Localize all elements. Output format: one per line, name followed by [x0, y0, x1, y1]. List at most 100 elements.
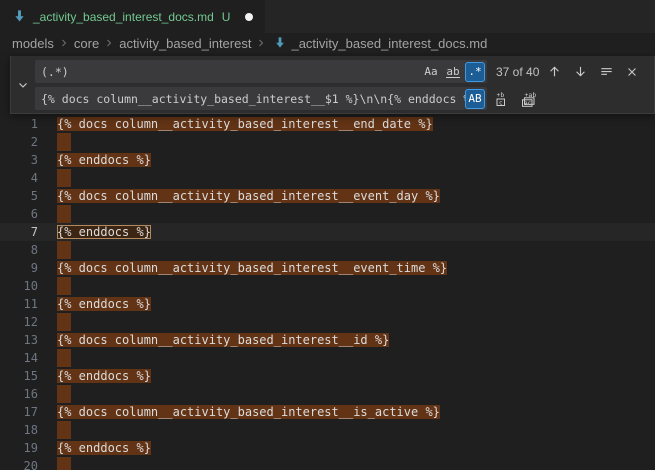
- code-line[interactable]: 7 {% enddocs %}: [0, 223, 655, 241]
- line-text: [57, 277, 71, 295]
- code-line[interactable]: 18: [0, 421, 655, 439]
- chevron-right-icon: [103, 37, 115, 49]
- find-match-highlight: {% docs column__activity_based_interest_…: [57, 261, 447, 275]
- replace-input[interactable]: {% docs column__activity_based_interest_…: [35, 87, 487, 110]
- empty-line-match-highlight: [57, 277, 71, 295]
- line-text: [57, 169, 71, 187]
- empty-line-match-highlight: [57, 457, 71, 470]
- empty-line-match-highlight: [57, 385, 71, 403]
- code-line[interactable]: 1 {% docs column__activity_based_interest…: [0, 115, 655, 133]
- code-line[interactable]: 11 {% enddocs %}: [0, 295, 655, 313]
- code-line[interactable]: 17{% docs column__activity_based_interes…: [0, 403, 655, 421]
- code-line[interactable]: 3 {% enddocs %}: [0, 151, 655, 169]
- line-text: [57, 241, 71, 259]
- breadcrumb-item-folder[interactable]: activity_based_interest: [119, 36, 251, 51]
- line-number: 10: [0, 277, 38, 295]
- match-case-toggle[interactable]: Aa: [421, 62, 441, 82]
- code-line[interactable]: 5{% docs column__activity_based_interest…: [0, 187, 655, 205]
- find-input[interactable]: (.*) Aa ab .*: [35, 60, 487, 83]
- find-match-highlight: {% docs column__activity_based_interest_…: [57, 117, 433, 131]
- svg-text:ac: ac: [524, 100, 532, 107]
- empty-line-match-highlight: [57, 133, 71, 151]
- toggle-replace-chevron[interactable]: [11, 56, 35, 114]
- line-number: 15: [0, 367, 38, 385]
- line-number: 19: [0, 439, 38, 457]
- line-number: 1: [0, 115, 38, 133]
- code-line[interactable]: 10: [0, 277, 655, 295]
- code-line[interactable]: 20: [0, 457, 655, 470]
- close-find-button[interactable]: [621, 61, 643, 83]
- replace-button[interactable]: +b c: [492, 88, 514, 110]
- whole-word-toggle[interactable]: ab: [443, 62, 463, 82]
- code-line[interactable]: 15{% enddocs %}: [0, 367, 655, 385]
- code-line[interactable]: 2: [0, 133, 655, 151]
- replace-input-value: {% docs column__activity_based_interest_…: [41, 92, 465, 106]
- chevron-right-icon: [255, 37, 267, 49]
- line-text: [57, 421, 71, 439]
- empty-line-match-highlight: [57, 241, 71, 259]
- current-find-match: {% enddocs %}: [57, 225, 151, 239]
- next-match-button[interactable]: [569, 61, 591, 83]
- chevron-right-icon: [58, 37, 70, 49]
- code-line[interactable]: 13{% docs column__activity_based_interes…: [0, 331, 655, 349]
- line-text: [57, 385, 71, 403]
- tab-bar: _activity_based_interest_docs.md U: [0, 0, 655, 33]
- line-text: {% docs column__activity_based_interest_…: [57, 259, 447, 277]
- regex-toggle[interactable]: .*: [465, 62, 485, 82]
- line-number: 2: [0, 133, 38, 151]
- breadcrumb-item-core[interactable]: core: [74, 36, 99, 51]
- svg-text:+b: +b: [496, 91, 504, 99]
- svg-text:c: c: [499, 100, 503, 107]
- empty-line-match-highlight: [57, 313, 71, 331]
- line-text: {% docs column__activity_based_interest_…: [57, 403, 440, 421]
- code-line[interactable]: 16: [0, 385, 655, 403]
- line-number: 8: [0, 241, 38, 259]
- line-number: 4: [0, 169, 38, 187]
- code-lines[interactable]: 1{% docs column__activity_based_interest…: [0, 53, 655, 470]
- markdown-file-icon: [273, 36, 287, 50]
- find-match-highlight: {% docs column__activity_based_interest_…: [57, 333, 389, 347]
- modified-dot-icon[interactable]: [245, 13, 253, 21]
- find-results-count: 37 of 40: [496, 65, 539, 79]
- line-number: 9: [0, 259, 38, 277]
- line-number: 14: [0, 349, 38, 367]
- empty-line-match-highlight: [57, 169, 71, 187]
- find-input-value: (.*): [41, 65, 421, 79]
- line-text: {% docs column__activity_based_interest_…: [57, 115, 433, 133]
- breadcrumb-item-models[interactable]: models: [12, 36, 54, 51]
- find-replace-widget: (.*) Aa ab .* 37 of 40: [10, 56, 655, 114]
- code-line[interactable]: 19 {% enddocs %}: [0, 439, 655, 457]
- find-row: (.*) Aa ab .* 37 of 40: [35, 60, 648, 83]
- line-number: 3: [0, 151, 38, 169]
- code-line[interactable]: 6: [0, 205, 655, 223]
- line-text: {% enddocs %}: [57, 295, 151, 313]
- line-text: [57, 457, 71, 470]
- line-text: {% enddocs %}: [57, 151, 151, 169]
- line-text: {% enddocs %}: [57, 439, 151, 457]
- find-match-highlight: {% docs column__activity_based_interest_…: [57, 405, 440, 419]
- preserve-case-toggle[interactable]: AB: [465, 89, 485, 109]
- code-line[interactable]: 8: [0, 241, 655, 259]
- code-line[interactable]: 9 {% docs column__activity_based_interest…: [0, 259, 655, 277]
- line-number: 11: [0, 295, 38, 313]
- line-text: [57, 349, 71, 367]
- empty-line-match-highlight: [57, 349, 71, 367]
- breadcrumb-item-file[interactable]: _activity_based_interest_docs.md: [291, 36, 487, 51]
- line-number: 6: [0, 205, 38, 223]
- git-untracked-badge: U: [222, 10, 231, 24]
- code-line[interactable]: 4: [0, 169, 655, 187]
- chevron-down-icon: [16, 78, 30, 92]
- line-text: {% enddocs %}: [57, 223, 151, 241]
- replace-all-button[interactable]: +ab ac: [518, 88, 540, 110]
- line-number: 20: [0, 457, 38, 470]
- editor-tab[interactable]: _activity_based_interest_docs.md U: [0, 0, 265, 33]
- editor-pane[interactable]: (.*) Aa ab .* 37 of 40: [0, 53, 655, 470]
- line-number: 7: [0, 223, 38, 241]
- line-number: 5: [0, 187, 38, 205]
- code-line[interactable]: 12: [0, 313, 655, 331]
- code-line[interactable]: 14: [0, 349, 655, 367]
- empty-line-match-highlight: [57, 421, 71, 439]
- find-match-highlight: {% enddocs %}: [57, 297, 151, 311]
- find-in-selection-button[interactable]: [595, 61, 617, 83]
- previous-match-button[interactable]: [543, 61, 565, 83]
